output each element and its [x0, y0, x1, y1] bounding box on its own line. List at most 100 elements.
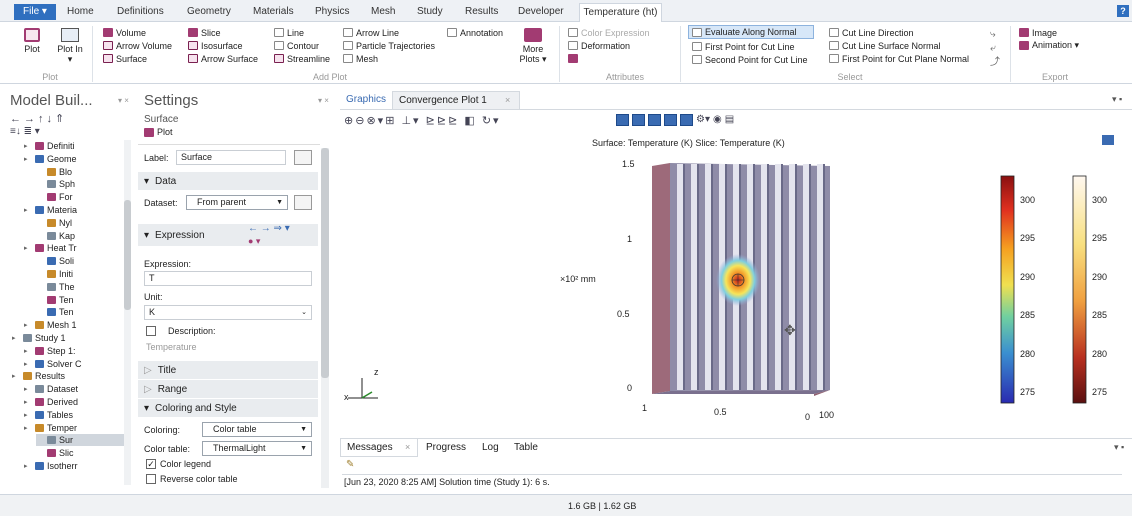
tree-node[interactable]: For [36, 191, 124, 203]
expression-input[interactable]: T [144, 271, 312, 286]
filter-button[interactable] [568, 52, 650, 65]
tree-expander-icon[interactable]: ▸ [12, 334, 20, 342]
range-section-header[interactable]: ▷ Range [138, 380, 318, 398]
plot-in-button[interactable]: Plot In ▾ [56, 28, 84, 64]
tree-expander-icon[interactable]: ▸ [24, 398, 32, 406]
settings-scroll-thumb[interactable] [321, 148, 329, 378]
arrow-line-button[interactable]: Arrow Line [343, 26, 435, 39]
arrow-volume-button[interactable]: Arrow Volume [103, 39, 172, 52]
color-legend-checkbox[interactable]: ✓ [146, 459, 156, 469]
tree-node[interactable]: Slic [36, 447, 124, 459]
select-extra-icon[interactable]: ⤴ [990, 56, 1000, 70]
second-point-cut-line-button[interactable]: Second Point for Cut Line [692, 53, 808, 66]
evaluate-along-normal-button[interactable]: Evaluate Along Normal [688, 25, 814, 39]
description-checkbox[interactable] [146, 326, 156, 336]
tree-node[interactable]: ▸ Results [12, 370, 124, 382]
tree-node[interactable]: ▸ Geome [24, 153, 124, 165]
tab-geometry[interactable]: Geometry [187, 6, 231, 17]
tree-expander-icon[interactable]: ▸ [24, 321, 32, 329]
tree-scrollbar[interactable] [124, 140, 131, 485]
insert-expression-icon[interactable]: ● ▾ [248, 236, 260, 247]
go-to-source-button[interactable] [294, 195, 312, 210]
contour-button[interactable]: Contour [274, 39, 330, 52]
tab-progress[interactable]: Progress [426, 442, 466, 453]
move-up-icon[interactable]: ↑ [38, 113, 47, 125]
mesh-plot-button[interactable]: Mesh [343, 52, 435, 65]
tree-node[interactable]: ▸ Materia [24, 204, 124, 216]
tree-expander-icon[interactable]: ▸ [24, 155, 32, 163]
panel-menu-icon[interactable]: ▾ × [118, 96, 129, 105]
tree-node[interactable]: ▸ Temper [24, 422, 124, 434]
tree-node[interactable]: Kap [36, 230, 124, 242]
tree-node[interactable]: ▸ Tables [24, 409, 124, 421]
image-button[interactable]: Image [1019, 26, 1079, 39]
tree-expander-icon[interactable]: ▸ [24, 411, 32, 419]
expression-section-header[interactable]: ▾ Expression [138, 224, 318, 246]
tree-node[interactable]: Blo [36, 166, 124, 178]
annotation-button[interactable]: Annotation [447, 26, 503, 39]
coloring-select[interactable]: Color table ▼ [202, 422, 312, 437]
forward-icon[interactable]: → [24, 113, 38, 125]
more-plots-button[interactable]: More Plots ▾ [515, 28, 551, 64]
tree-expander-icon[interactable]: ▸ [24, 462, 32, 470]
tree-node[interactable]: Ten [36, 306, 124, 318]
tree-node[interactable]: ▸ Definiti [24, 140, 124, 152]
tree-node[interactable]: Sur [36, 434, 124, 447]
coloring-section-header[interactable]: ▾ Coloring and Style [138, 399, 318, 417]
tree-node[interactable]: ▸ Heat Tr [24, 242, 124, 254]
tab-home[interactable]: Home [67, 6, 94, 17]
tree-node[interactable]: Soli [36, 255, 124, 267]
streamline-button[interactable]: Streamline [274, 52, 330, 65]
isosurface-button[interactable]: Isosurface [188, 39, 258, 52]
reverse-color-table-checkbox[interactable] [146, 474, 156, 484]
tree-node[interactable]: Nyl [36, 217, 124, 229]
data-section-header[interactable]: ▾ Data [138, 172, 318, 190]
animation-button[interactable]: Animation ▾ [1019, 39, 1079, 52]
panel-menu-icon[interactable]: ▾ × [318, 96, 329, 105]
cut-line-direction-button[interactable]: Cut Line Direction [829, 26, 969, 39]
tab-definitions[interactable]: Definitions [117, 6, 164, 17]
tree-node[interactable]: ▸ Dataset [24, 383, 124, 395]
settings-plot-button[interactable]: Plot [144, 127, 173, 137]
tab-study[interactable]: Study [417, 6, 443, 17]
tree-expander-icon[interactable]: ▸ [24, 424, 32, 432]
move-down-icon[interactable]: ↓ [47, 113, 56, 125]
tree-view-toggle[interactable]: ≡↓ ≣ ▾ [10, 126, 40, 137]
surface-button[interactable]: Surface [103, 52, 172, 65]
tab-temperature-ht[interactable]: Temperature (ht) [579, 3, 662, 23]
tree-node[interactable]: ▸ Derived [24, 396, 124, 408]
select-extra-icon[interactable]: ⤷ [990, 28, 1000, 42]
tab-physics[interactable]: Physics [315, 6, 349, 17]
line-button[interactable]: Line [274, 26, 330, 39]
tree-expander-icon[interactable]: ▸ [12, 372, 20, 380]
help-icon[interactable]: ? [1117, 5, 1129, 17]
deformation-button[interactable]: Deformation [568, 39, 650, 52]
tree-node[interactable]: Ten [36, 294, 124, 306]
clear-messages-icon[interactable]: ✎ [346, 459, 354, 470]
tab-materials[interactable]: Materials [253, 6, 294, 17]
panel-menu-icon[interactable]: ▾ ▪ [1114, 442, 1124, 453]
slice-button[interactable]: Slice [188, 26, 258, 39]
tree-expander-icon[interactable]: ▸ [24, 385, 32, 393]
back-icon[interactable]: ← [10, 113, 24, 125]
title-section-header[interactable]: ▷ Title [138, 361, 318, 379]
close-icon[interactable]: × [405, 442, 410, 452]
label-input[interactable]: Surface [176, 150, 286, 165]
tab-mesh[interactable]: Mesh [371, 6, 395, 17]
dataset-select[interactable]: From parent ▼ [186, 195, 288, 210]
graphics-canvas[interactable]: ✥ [340, 90, 1132, 435]
particle-trajectories-button[interactable]: Particle Trajectories [343, 39, 435, 52]
tab-developer[interactable]: Developer [518, 6, 564, 17]
reset-label-button[interactable] [294, 150, 312, 165]
expression-toolbar[interactable]: ← → ⇒ ▾ [248, 223, 290, 234]
tree-expander-icon[interactable]: ▸ [24, 360, 32, 368]
tree-node[interactable]: ▸ Isotherr [24, 460, 124, 472]
color-table-select[interactable]: ThermalLight ▼ [202, 441, 312, 456]
tab-messages[interactable]: Messages × [340, 439, 418, 457]
tree-expander-icon[interactable]: ▸ [24, 347, 32, 355]
unit-select[interactable]: K ⌄ [144, 305, 312, 320]
expand-icon[interactable]: ⇑ [55, 113, 67, 125]
tree-node[interactable]: ▸ Step 1: [24, 345, 124, 357]
tab-table[interactable]: Table [514, 442, 538, 453]
first-point-cut-line-button[interactable]: First Point for Cut Line [692, 40, 808, 53]
